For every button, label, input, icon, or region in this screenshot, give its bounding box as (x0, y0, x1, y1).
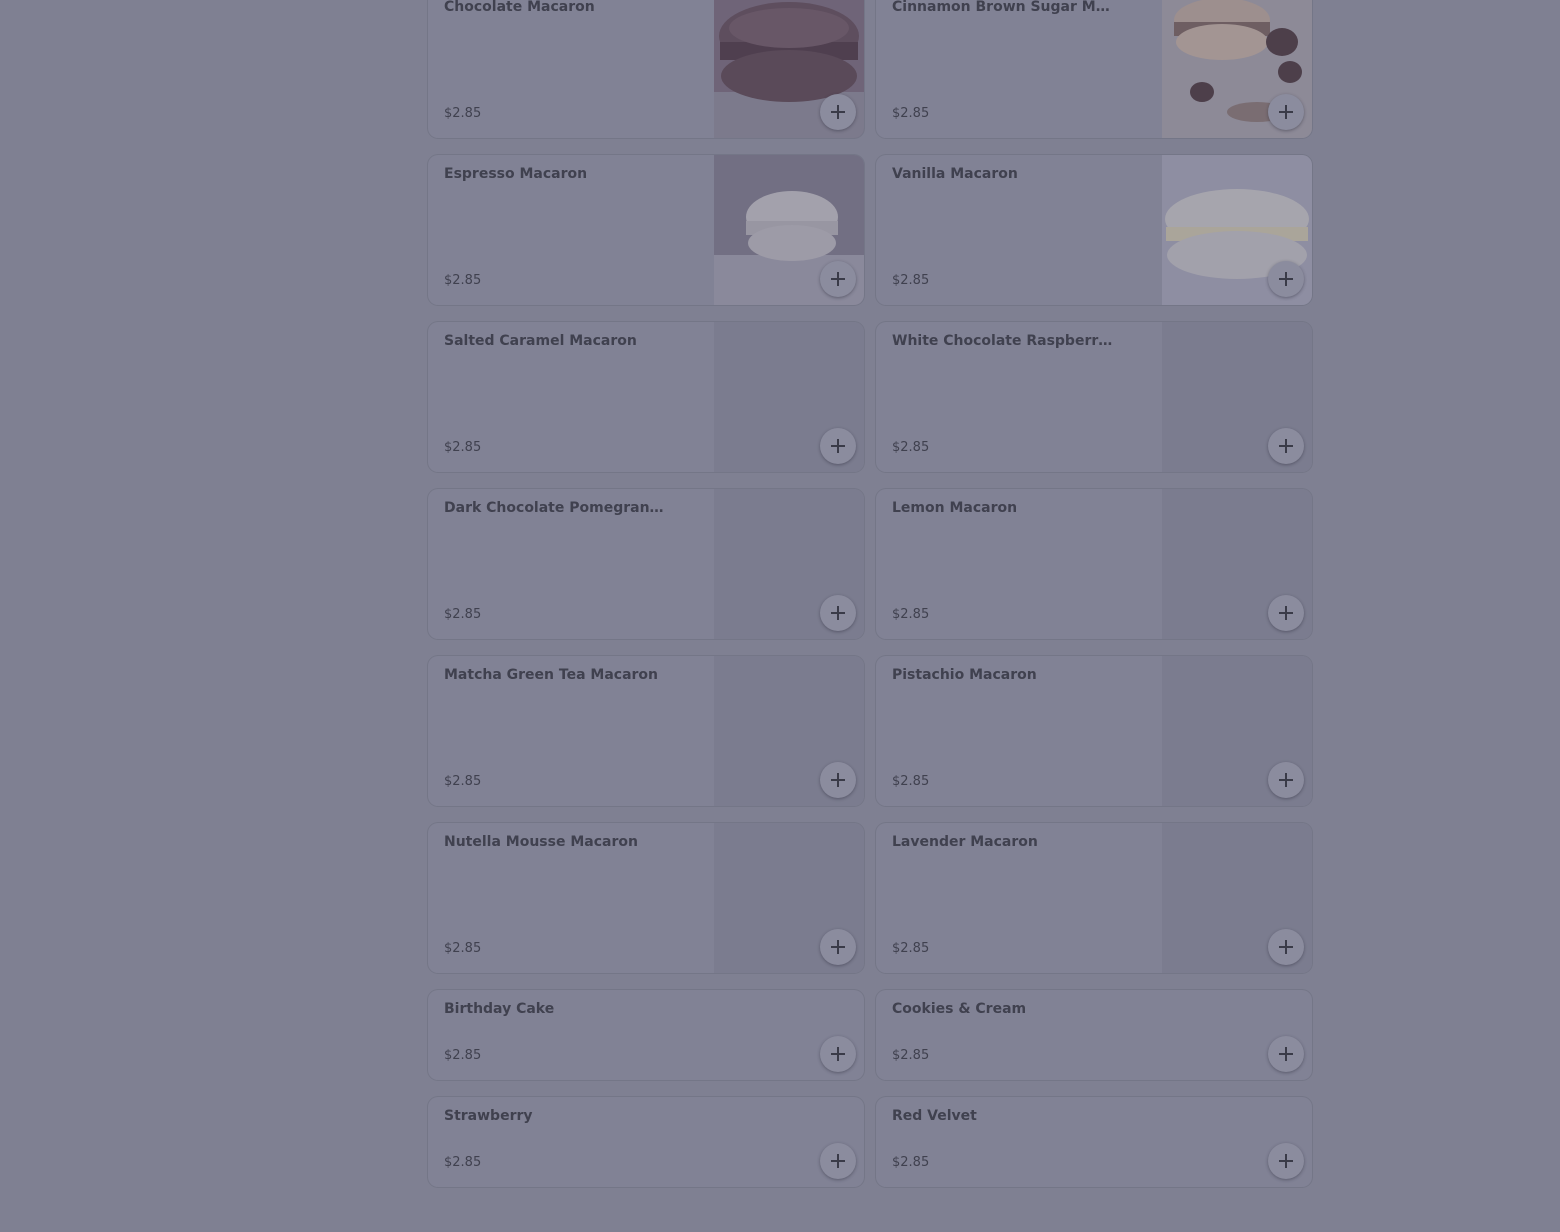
menu-item-name: Pistachio Macaron (892, 667, 1037, 683)
plus-icon (1279, 1154, 1293, 1168)
plus-icon (831, 606, 845, 620)
menu-item-price: $2.85 (892, 774, 930, 789)
plus-icon (1279, 606, 1293, 620)
menu-item-price: $2.85 (892, 273, 930, 288)
plus-icon (1279, 439, 1293, 453)
add-to-cart-button[interactable] (820, 1143, 856, 1179)
menu-item-name: Nutella Mousse Macaron (444, 834, 638, 850)
add-to-cart-button[interactable] (1268, 94, 1304, 130)
menu-item-card[interactable]: Espresso Macaron $2.85 (428, 155, 864, 305)
add-to-cart-button[interactable] (820, 94, 856, 130)
menu-item-card[interactable]: Birthday Cake $2.85 (428, 990, 864, 1080)
menu-item-card[interactable]: Matcha Green Tea Macaron $2.85 (428, 656, 864, 806)
menu-item-name: Cinnamon Brown Sugar Macaron (892, 0, 1118, 15)
add-to-cart-button[interactable] (820, 261, 856, 297)
add-to-cart-button[interactable] (820, 1036, 856, 1072)
menu-item-card[interactable]: Pistachio Macaron $2.85 (876, 656, 1312, 806)
menu-item-price: $2.85 (444, 273, 482, 288)
menu-item-name: Chocolate Macaron (444, 0, 595, 15)
add-to-cart-button[interactable] (1268, 929, 1304, 965)
menu-item-card[interactable]: Cinnamon Brown Sugar Macaron $2.85 (876, 0, 1312, 138)
add-to-cart-button[interactable] (1268, 1143, 1304, 1179)
menu-item-name: Lavender Macaron (892, 834, 1038, 850)
menu-item-price: $2.85 (892, 440, 930, 455)
menu-item-price: $2.85 (444, 607, 482, 622)
menu-item-price: $2.85 (444, 1155, 482, 1170)
menu-item-card[interactable]: Lavender Macaron $2.85 (876, 823, 1312, 973)
menu-item-card[interactable]: Strawberry $2.85 (428, 1097, 864, 1187)
menu-item-card[interactable]: Vanilla Macaron $2.85 (876, 155, 1312, 305)
add-to-cart-button[interactable] (1268, 1036, 1304, 1072)
add-to-cart-button[interactable] (820, 595, 856, 631)
plus-icon (1279, 1047, 1293, 1061)
menu-item-price: $2.85 (892, 941, 930, 956)
menu-item-card[interactable]: White Chocolate Raspberry Ma... $2.85 (876, 322, 1312, 472)
menu-item-name: Dark Chocolate Pomegranate ... (444, 500, 670, 516)
plus-icon (831, 439, 845, 453)
menu-item-name: Birthday Cake (444, 1001, 555, 1017)
menu-item-price: $2.85 (892, 1155, 930, 1170)
menu-item-name: Matcha Green Tea Macaron (444, 667, 659, 683)
menu-item-price: $2.85 (444, 1048, 482, 1063)
menu-item-price: $2.85 (892, 1048, 930, 1063)
plus-icon (831, 940, 845, 954)
plus-icon (831, 105, 845, 119)
menu-item-name: White Chocolate Raspberry Ma... (892, 333, 1118, 349)
menu-item-name: Salted Caramel Macaron (444, 333, 637, 349)
menu-item-price: $2.85 (444, 106, 482, 121)
add-to-cart-button[interactable] (1268, 261, 1304, 297)
menu-item-name: Red Velvet (892, 1108, 977, 1124)
add-to-cart-button[interactable] (820, 428, 856, 464)
menu-item-name: Lemon Macaron (892, 500, 1018, 516)
plus-icon (1279, 940, 1293, 954)
plus-icon (1279, 105, 1293, 119)
menu-item-card[interactable]: Lemon Macaron $2.85 (876, 489, 1312, 639)
add-to-cart-button[interactable] (1268, 428, 1304, 464)
menu-item-card[interactable]: Salted Caramel Macaron $2.85 (428, 322, 864, 472)
menu-item-name: Cookies & Cream (892, 1001, 1027, 1017)
plus-icon (1279, 272, 1293, 286)
menu-item-price: $2.85 (444, 941, 482, 956)
add-to-cart-button[interactable] (820, 929, 856, 965)
menu-item-price: $2.85 (444, 440, 482, 455)
menu-item-card[interactable]: Dark Chocolate Pomegranate ... $2.85 (428, 489, 864, 639)
menu-item-name: Espresso Macaron (444, 166, 588, 182)
menu-item-name: Strawberry (444, 1108, 533, 1124)
add-to-cart-button[interactable] (1268, 762, 1304, 798)
plus-icon (831, 773, 845, 787)
add-to-cart-button[interactable] (820, 762, 856, 798)
plus-icon (831, 1047, 845, 1061)
menu-item-name: Vanilla Macaron (892, 166, 1018, 182)
plus-icon (831, 272, 845, 286)
plus-icon (1279, 773, 1293, 787)
menu-item-price: $2.85 (444, 774, 482, 789)
add-to-cart-button[interactable] (1268, 595, 1304, 631)
menu-item-card[interactable]: Chocolate Macaron $2.85 (428, 0, 864, 138)
menu-item-price: $2.85 (892, 106, 930, 121)
menu-item-card[interactable]: Red Velvet $2.85 (876, 1097, 1312, 1187)
menu-item-card[interactable]: Nutella Mousse Macaron $2.85 (428, 823, 864, 973)
plus-icon (831, 1154, 845, 1168)
menu-item-price: $2.85 (892, 607, 930, 622)
menu-item-card[interactable]: Cookies & Cream $2.85 (876, 990, 1312, 1080)
